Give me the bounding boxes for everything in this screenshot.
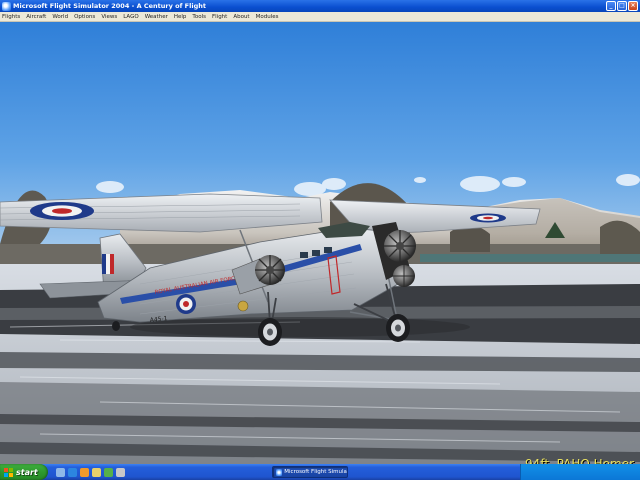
squadron-crest <box>237 300 249 312</box>
lake <box>420 254 640 262</box>
menu-flights[interactable]: Flights <box>2 14 20 20</box>
menu-help[interactable]: Help <box>174 14 187 20</box>
flight-simulator-task-icon <box>276 468 283 476</box>
quick-launch <box>56 467 125 477</box>
menu-flight[interactable]: Flight <box>212 14 227 20</box>
menu-bar: Flights Aircraft World Options Views LAG… <box>0 12 640 22</box>
folder-icon[interactable] <box>92 467 101 477</box>
app-icon[interactable] <box>116 467 125 477</box>
maximize-button[interactable]: □ <box>617 1 627 11</box>
scene-render: ROYAL AUSTRALIAN AIR FORCE A45-1 <box>0 22 640 464</box>
start-label: start <box>16 467 38 477</box>
flight-simulator-icon <box>2 1 11 11</box>
menu-aircraft[interactable]: Aircraft <box>26 14 46 20</box>
browser-icon[interactable] <box>68 467 77 477</box>
roundel-fuselage <box>176 294 196 314</box>
windows-flag-icon <box>4 467 13 477</box>
menu-views[interactable]: Views <box>101 14 117 20</box>
window-title: Microsoft Flight Simulator 2004 - A Cent… <box>13 2 206 10</box>
menu-world[interactable]: World <box>52 14 68 20</box>
taskbar: start Microsoft Flight Simulat... <box>0 464 640 480</box>
menu-tools[interactable]: Tools <box>192 14 206 20</box>
window-title-bar[interactable]: Microsoft Flight Simulator 2004 - A Cent… <box>0 0 640 12</box>
minimize-button[interactable]: _ <box>606 1 616 11</box>
fin-flash <box>102 254 114 274</box>
menu-weather[interactable]: Weather <box>145 14 168 20</box>
menu-options[interactable]: Options <box>74 14 95 20</box>
taskbar-flight-simulator[interactable]: Microsoft Flight Simulat... <box>272 466 348 478</box>
media-player-icon[interactable] <box>80 467 89 477</box>
show-desktop-icon[interactable] <box>56 467 65 477</box>
roundel-right-wing <box>470 213 506 223</box>
menu-about[interactable]: About <box>233 14 249 20</box>
menu-lago[interactable]: LAGO <box>123 14 138 20</box>
menu-modules[interactable]: Modules <box>256 14 279 20</box>
messenger-icon[interactable] <box>104 467 113 477</box>
simulator-viewport[interactable]: ROYAL AUSTRALIAN AIR FORCE A45-1 <box>0 22 640 464</box>
roundel-left-wing <box>30 202 94 220</box>
window-controls: _ □ × <box>606 1 638 11</box>
start-button[interactable]: start <box>0 464 48 480</box>
task-label: Microsoft Flight Simulat... <box>284 469 347 475</box>
system-tray <box>520 464 640 480</box>
close-button[interactable]: × <box>628 1 638 11</box>
